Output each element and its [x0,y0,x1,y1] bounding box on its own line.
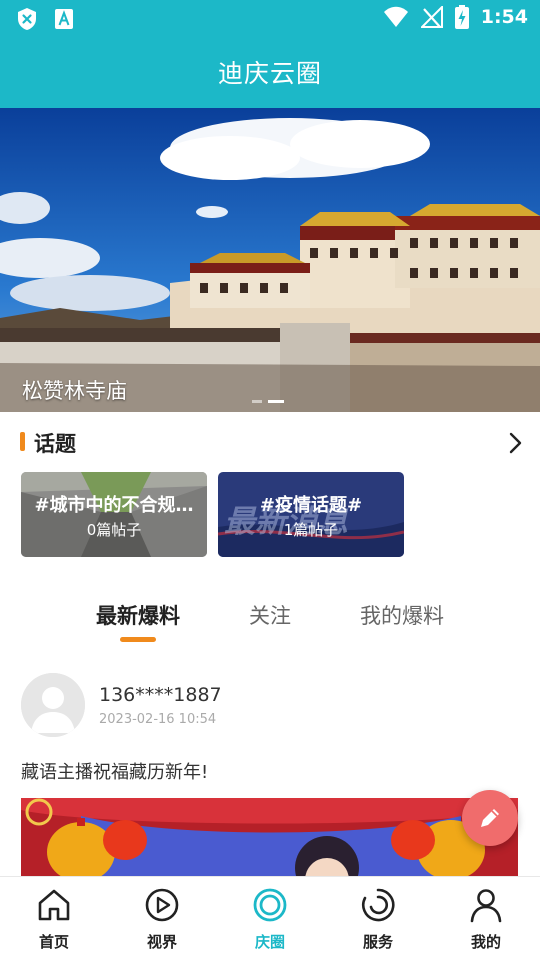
page-title: 迪庆云圈 [217,59,322,88]
header: 1:54 迪庆云圈 [0,0,540,108]
nav-item-mine[interactable]: 我的 [432,877,540,960]
tab-latest[interactable]: 最新爆料 [87,600,189,630]
wifi-icon [383,6,408,27]
post-image-graphic [21,798,518,888]
nav-item-circle[interactable]: 庆圈 [216,877,324,960]
service-swirl-icon [362,888,395,922]
pencil-icon [481,809,499,827]
post-timestamp: 2023-02-16 10:54 [99,712,217,727]
post-image[interactable] [21,798,518,888]
topics-title: 话题 [34,432,76,456]
no-signal-icon [420,6,443,28]
nav-item-service[interactable]: 服务 [324,877,432,960]
pagination-dot-active[interactable] [268,400,284,403]
nav-label: 首页 [38,933,69,951]
section-accent-bar [20,432,25,451]
banner-image [0,108,540,412]
pagination-dot[interactable] [252,400,262,403]
topic-card[interactable]: 最新消息 #疫情话题# 1篇帖子 [218,472,404,557]
shield-x-icon [18,8,36,30]
banner-pagination [252,400,284,403]
banner-caption: 松赞林寺庙 [22,379,127,403]
nav-item-vision[interactable]: 视界 [108,877,216,960]
topic-card-title: #疫情话题# [259,495,363,516]
banner-carousel[interactable]: 松赞林寺庙 [0,108,540,412]
tab-active-indicator [120,637,156,642]
battery-charging-icon [454,5,469,29]
nav-item-home[interactable]: 首页 [0,877,108,960]
topic-card-count: 0篇帖子 [86,521,142,539]
nav-label: 视界 [146,933,177,951]
topic-card-count: 1篇帖子 [283,521,339,539]
app-root: 1:54 迪庆云圈 松赞林寺庙 话题 #城市中的不合规… 0篇帖子 最新消息 #… [0,0,540,960]
home-icon [38,889,70,921]
tab-my-posts[interactable]: 我的爆料 [352,600,452,630]
avatar[interactable] [21,673,85,737]
post-username[interactable]: 136****1887 [99,684,222,706]
new-post-button[interactable] [462,790,518,846]
topics-header: 话题 [20,428,526,458]
status-right: 1:54 [383,5,528,29]
status-time: 1:54 [480,6,528,28]
nav-label: 庆圈 [254,933,285,951]
nav-label: 我的 [470,933,501,951]
topic-card-title: #城市中的不合规… [34,495,194,516]
font-a-icon [55,9,73,29]
default-avatar-icon [21,673,85,737]
tab-follow[interactable]: 关注 [240,600,300,630]
status-left [16,7,74,31]
user-icon [470,889,502,923]
post-text[interactable]: 藏语主播祝福藏历新年! [21,758,208,784]
topic-card[interactable]: #城市中的不合规… 0篇帖子 [21,472,207,557]
bottom-nav: 首页 视界 庆圈 服务 我的 [0,876,540,960]
ring-icon [253,888,287,922]
nav-label: 服务 [362,933,393,951]
chevron-right-icon[interactable] [504,430,526,456]
play-circle-icon [145,888,179,922]
feed-tabs: 最新爆料 关注 我的爆料 [0,600,540,644]
status-bar: 1:54 [0,0,540,36]
